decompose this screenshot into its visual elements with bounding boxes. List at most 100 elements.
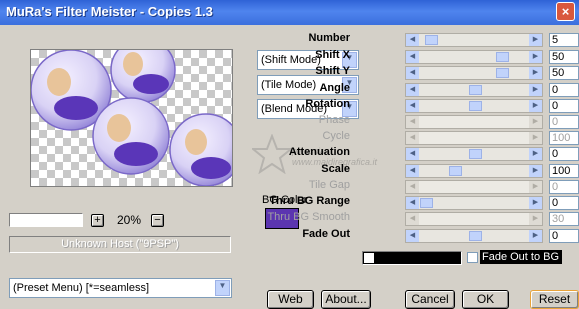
preview-canvas[interactable]	[30, 49, 233, 187]
fade-out-bg-label: Fade Out to BG	[480, 250, 562, 264]
arrow-right-icon[interactable]: ▶	[529, 197, 542, 209]
param-slider: ◀ ▶	[405, 180, 543, 194]
param-value-input[interactable]: 50	[549, 50, 579, 64]
param-slider: ◀ ▶	[405, 115, 543, 129]
param-value-input: 100	[549, 131, 579, 145]
title-bar: MuRa's Filter Meister - Copies 1.3 ×	[0, 0, 579, 25]
arrow-left-icon: ◀	[406, 213, 419, 225]
bubble-2	[110, 50, 176, 103]
preset-menu-value: (Preset Menu) [*=seamless]	[13, 282, 150, 294]
arrow-left-icon[interactable]: ◀	[406, 34, 419, 46]
param-label: Scale	[321, 163, 350, 175]
fade-color-swatch	[364, 253, 374, 263]
param-label: Number	[308, 32, 350, 44]
zoom-level: 20%	[117, 213, 142, 227]
chevron-down-icon: ▼	[215, 280, 230, 296]
param-slider[interactable]: ◀ ▶	[405, 83, 543, 97]
web-button[interactable]: Web	[267, 290, 314, 309]
param-label: Cycle	[322, 130, 350, 142]
param-slider[interactable]: ◀ ▶	[405, 66, 543, 80]
arrow-left-icon[interactable]: ◀	[406, 230, 419, 242]
param-value-input[interactable]: 100	[549, 164, 579, 178]
bubble-4	[169, 113, 232, 186]
host-status-text: Unknown Host ("9PSP")	[61, 238, 179, 250]
slider-thumb[interactable]	[469, 149, 482, 159]
arrow-right-icon: ▶	[529, 116, 542, 128]
arrow-left-icon: ◀	[406, 181, 419, 193]
host-status-bar: Unknown Host ("9PSP")	[9, 236, 231, 253]
arrow-left-icon[interactable]: ◀	[406, 148, 419, 160]
param-slider[interactable]: ◀ ▶	[405, 196, 543, 210]
param-value-input[interactable]: 0	[549, 99, 579, 113]
param-slider[interactable]: ◀ ▶	[405, 147, 543, 161]
ok-button[interactable]: OK	[462, 290, 509, 309]
arrow-right-icon[interactable]: ▶	[529, 148, 542, 160]
param-value-input[interactable]: 0	[549, 229, 579, 243]
param-slider: ◀ ▶	[405, 131, 543, 145]
param-label: Rotation	[305, 98, 350, 110]
arrow-right-icon: ▶	[529, 132, 542, 144]
fade-color-bar[interactable]	[362, 251, 462, 265]
preset-menu-dropdown[interactable]: (Preset Menu) [*=seamless] ▼	[9, 278, 232, 298]
preview-artwork	[31, 50, 232, 186]
slider-thumb[interactable]	[496, 52, 509, 62]
param-label: Shift Y	[315, 65, 350, 77]
arrow-left-icon: ◀	[406, 116, 419, 128]
arrow-left-icon: ◀	[406, 132, 419, 144]
arrow-left-icon[interactable]: ◀	[406, 165, 419, 177]
param-value-input[interactable]: 50	[549, 66, 579, 80]
fade-out-bg-checkbox[interactable]	[467, 252, 478, 263]
about-button[interactable]: About...	[321, 290, 371, 309]
param-value-input[interactable]: 0	[549, 83, 579, 97]
param-label: Phase	[318, 114, 350, 126]
arrow-right-icon[interactable]: ▶	[529, 51, 542, 63]
bubble-3	[92, 97, 170, 175]
param-value-input[interactable]: 5	[549, 33, 579, 47]
slider-thumb[interactable]	[425, 35, 438, 45]
slider-thumb[interactable]	[449, 166, 462, 176]
zoom-bar	[9, 213, 83, 227]
reset-button[interactable]: Reset	[530, 290, 579, 309]
arrow-right-icon[interactable]: ▶	[529, 230, 542, 242]
param-label: Tile Gap	[308, 179, 350, 191]
zoom-out-button[interactable]: −	[151, 214, 164, 227]
arrow-right-icon[interactable]: ▶	[529, 100, 542, 112]
param-value-input: 30	[549, 212, 579, 226]
slider-thumb[interactable]	[469, 231, 482, 241]
arrow-right-icon: ▶	[529, 181, 542, 193]
slider-thumb[interactable]	[420, 198, 433, 208]
param-slider: ◀ ▶	[405, 212, 543, 226]
param-slider[interactable]: ◀ ▶	[405, 229, 543, 243]
param-slider[interactable]: ◀ ▶	[405, 164, 543, 178]
param-label: Angle	[319, 82, 350, 94]
arrow-left-icon[interactable]: ◀	[406, 67, 419, 79]
arrow-left-icon[interactable]: ◀	[406, 197, 419, 209]
param-slider[interactable]: ◀ ▶	[405, 33, 543, 47]
arrow-left-icon[interactable]: ◀	[406, 84, 419, 96]
slider-thumb[interactable]	[496, 68, 509, 78]
arrow-right-icon[interactable]: ▶	[529, 67, 542, 79]
arrow-right-icon[interactable]: ▶	[529, 165, 542, 177]
param-value-input: 0	[549, 115, 579, 129]
param-label: Thru BG Smooth	[267, 211, 350, 223]
param-label: Thru BG Range	[269, 195, 350, 207]
param-label: Shift X	[315, 49, 350, 61]
param-value-input[interactable]: 0	[549, 196, 579, 210]
param-value-input[interactable]: 0	[549, 147, 579, 161]
param-slider[interactable]: ◀ ▶	[405, 99, 543, 113]
arrow-right-icon[interactable]: ▶	[529, 84, 542, 96]
slider-thumb[interactable]	[469, 85, 482, 95]
slider-thumb[interactable]	[469, 101, 482, 111]
close-button[interactable]: ×	[556, 2, 575, 21]
arrow-right-icon[interactable]: ▶	[529, 34, 542, 46]
window-title: MuRa's Filter Meister - Copies 1.3	[6, 4, 213, 19]
arrow-right-icon: ▶	[529, 213, 542, 225]
param-slider[interactable]: ◀ ▶	[405, 50, 543, 64]
zoom-in-button[interactable]: +	[91, 214, 104, 227]
cancel-button[interactable]: Cancel	[405, 290, 455, 309]
arrow-left-icon[interactable]: ◀	[406, 100, 419, 112]
param-label: Fade Out	[302, 228, 350, 240]
arrow-left-icon[interactable]: ◀	[406, 51, 419, 63]
param-label: Attenuation	[288, 146, 350, 158]
param-value-input: 0	[549, 180, 579, 194]
